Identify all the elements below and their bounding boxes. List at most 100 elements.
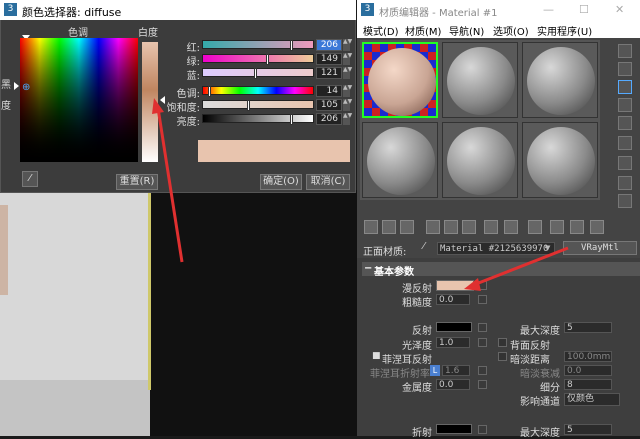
channel-value[interactable]: 14 [316,85,342,97]
channel-value[interactable]: 206 [316,113,342,125]
menu-material[interactable]: 材质(M) [405,23,441,38]
minimize-icon[interactable]: — [543,3,554,16]
make-unique-icon[interactable] [462,220,476,234]
spinner-icon[interactable]: ▲▼ [343,39,352,51]
sample-slot-5[interactable] [442,122,518,198]
slider-thumb[interactable] [290,40,294,51]
put-to-library-icon[interactable] [484,220,498,234]
close-icon[interactable]: ✕ [615,3,624,16]
material-navigator-icon[interactable] [618,194,632,208]
channel-slider[interactable] [202,86,314,97]
background-icon[interactable] [618,80,632,94]
dimfalloff-field[interactable]: 0.0 [564,365,612,376]
eyedropper-icon[interactable]: ⁄ [423,241,425,252]
options-icon[interactable] [618,156,632,170]
cancel-button[interactable]: 取消(C) [306,174,350,190]
basic-params-rollout[interactable]: − 基本参数 [362,262,640,278]
ok-button[interactable]: 确定(O) [260,174,302,190]
spinner-icon[interactable]: ▲▼ [343,67,352,79]
put-to-scene-icon[interactable] [382,220,396,234]
sample-slot-3[interactable] [522,42,598,118]
affect-channels-dropdown[interactable]: 仅颜色 [564,393,620,406]
material-editor-titlebar[interactable]: 3 材质编辑器 - Material #1 — ☐ ✕ [357,0,640,20]
sample-slot-1[interactable] [362,42,438,118]
spinner-icon[interactable]: ▲▼ [343,53,352,65]
reflect-label: 反射 [412,326,432,337]
show-map-icon[interactable] [528,220,542,234]
preview-icon[interactable] [618,136,632,150]
dimdist-field[interactable]: 100.0mm [564,351,612,362]
roughness-map-button[interactable] [478,295,487,304]
hue-label: 色调 [68,28,88,39]
material-type-button[interactable]: VRayMtl [563,241,637,255]
sample-slot-2[interactable] [442,42,518,118]
viewport-floor [0,380,150,436]
delete-icon[interactable] [426,220,440,234]
refract-color-swatch[interactable] [436,424,472,434]
slider-thumb[interactable] [208,86,212,97]
eyedropper-icon[interactable]: ⁄ [22,171,38,187]
sample-type-icon[interactable] [618,44,632,58]
spinner-icon[interactable]: ▲▼ [343,113,352,125]
metalness-map-button[interactable] [478,380,487,389]
material-name-field[interactable]: Material #2125639970 [437,242,555,255]
gloss-field[interactable]: 1.0 [436,337,470,348]
menu-mode[interactable]: 模式(D) [363,23,399,38]
app-icon: 3 [361,3,374,16]
fresnel-ior-lock-button[interactable]: L [430,365,440,376]
sample-slot-4[interactable] [362,122,438,198]
go-forward-sibling-icon[interactable] [590,220,604,234]
spinner-icon[interactable]: ▲▼ [343,99,352,111]
maximize-icon[interactable]: ☐ [579,3,589,16]
backlight-icon[interactable] [618,62,632,76]
max-depth-field[interactable]: 5 [564,322,612,333]
max-depth2-field[interactable]: 5 [564,424,612,435]
fresnel-ior-map-button[interactable] [478,366,487,375]
metalness-field[interactable]: 0.0 [436,379,470,390]
menu-utilities[interactable]: 实用程序(U) [537,23,592,38]
channel-value[interactable]: 121 [316,67,342,79]
channel-slider[interactable] [202,100,314,111]
diffuse-color-swatch[interactable] [436,280,474,291]
backreflect-checkbox[interactable] [498,338,507,347]
slider-thumb[interactable] [290,114,294,125]
fresnel-ior-field[interactable]: 1.6 [442,365,470,376]
channel-slider[interactable] [202,54,314,65]
show-end-result-icon[interactable] [550,220,564,234]
dimdist-checkbox[interactable] [498,352,507,361]
diffuse-map-button[interactable] [478,281,487,290]
video-check-icon[interactable] [618,116,632,130]
menu-navigation[interactable]: 导航(N) [449,23,484,38]
channel-value[interactable]: 206 [316,39,342,51]
uv-tiling-icon[interactable] [618,98,632,112]
slider-thumb[interactable] [265,54,269,65]
assign-material-icon[interactable] [400,220,414,234]
menu-options[interactable]: 选项(O) [493,23,529,38]
make-copy-icon[interactable] [444,220,458,234]
color-picker-titlebar[interactable]: 3 颜色选择器: diffuse [0,0,356,20]
spinner-icon[interactable]: ▲▼ [343,85,352,97]
sample-slot-6[interactable] [522,122,598,198]
channel-value[interactable]: 149 [316,53,342,65]
subdivs-field[interactable]: 8 [564,379,612,390]
select-by-material-icon[interactable] [618,176,632,190]
reflect-map-button[interactable] [478,323,487,332]
get-material-icon[interactable] [364,220,378,234]
channel-slider[interactable] [202,114,314,125]
channel-slider[interactable] [202,68,314,79]
go-to-parent-icon[interactable] [570,220,584,234]
material-name-dropdown-icon[interactable]: ▼ [545,244,550,252]
gloss-map-button[interactable] [478,338,487,347]
channel-value[interactable]: 105 [316,99,342,111]
fresnel-checkbox[interactable]: ■ [372,351,381,361]
reflect-color-swatch[interactable] [436,322,472,332]
channel-slider[interactable] [202,40,314,51]
color-swatch [198,140,350,162]
slider-thumb[interactable] [247,100,251,111]
material-id-icon[interactable] [504,220,518,234]
app-icon: 3 [4,3,17,16]
reset-button[interactable]: 重置(R) [116,174,158,190]
roughness-field[interactable]: 0.0 [436,294,470,305]
slider-thumb[interactable] [253,68,257,79]
refract-map-button[interactable] [478,425,487,434]
